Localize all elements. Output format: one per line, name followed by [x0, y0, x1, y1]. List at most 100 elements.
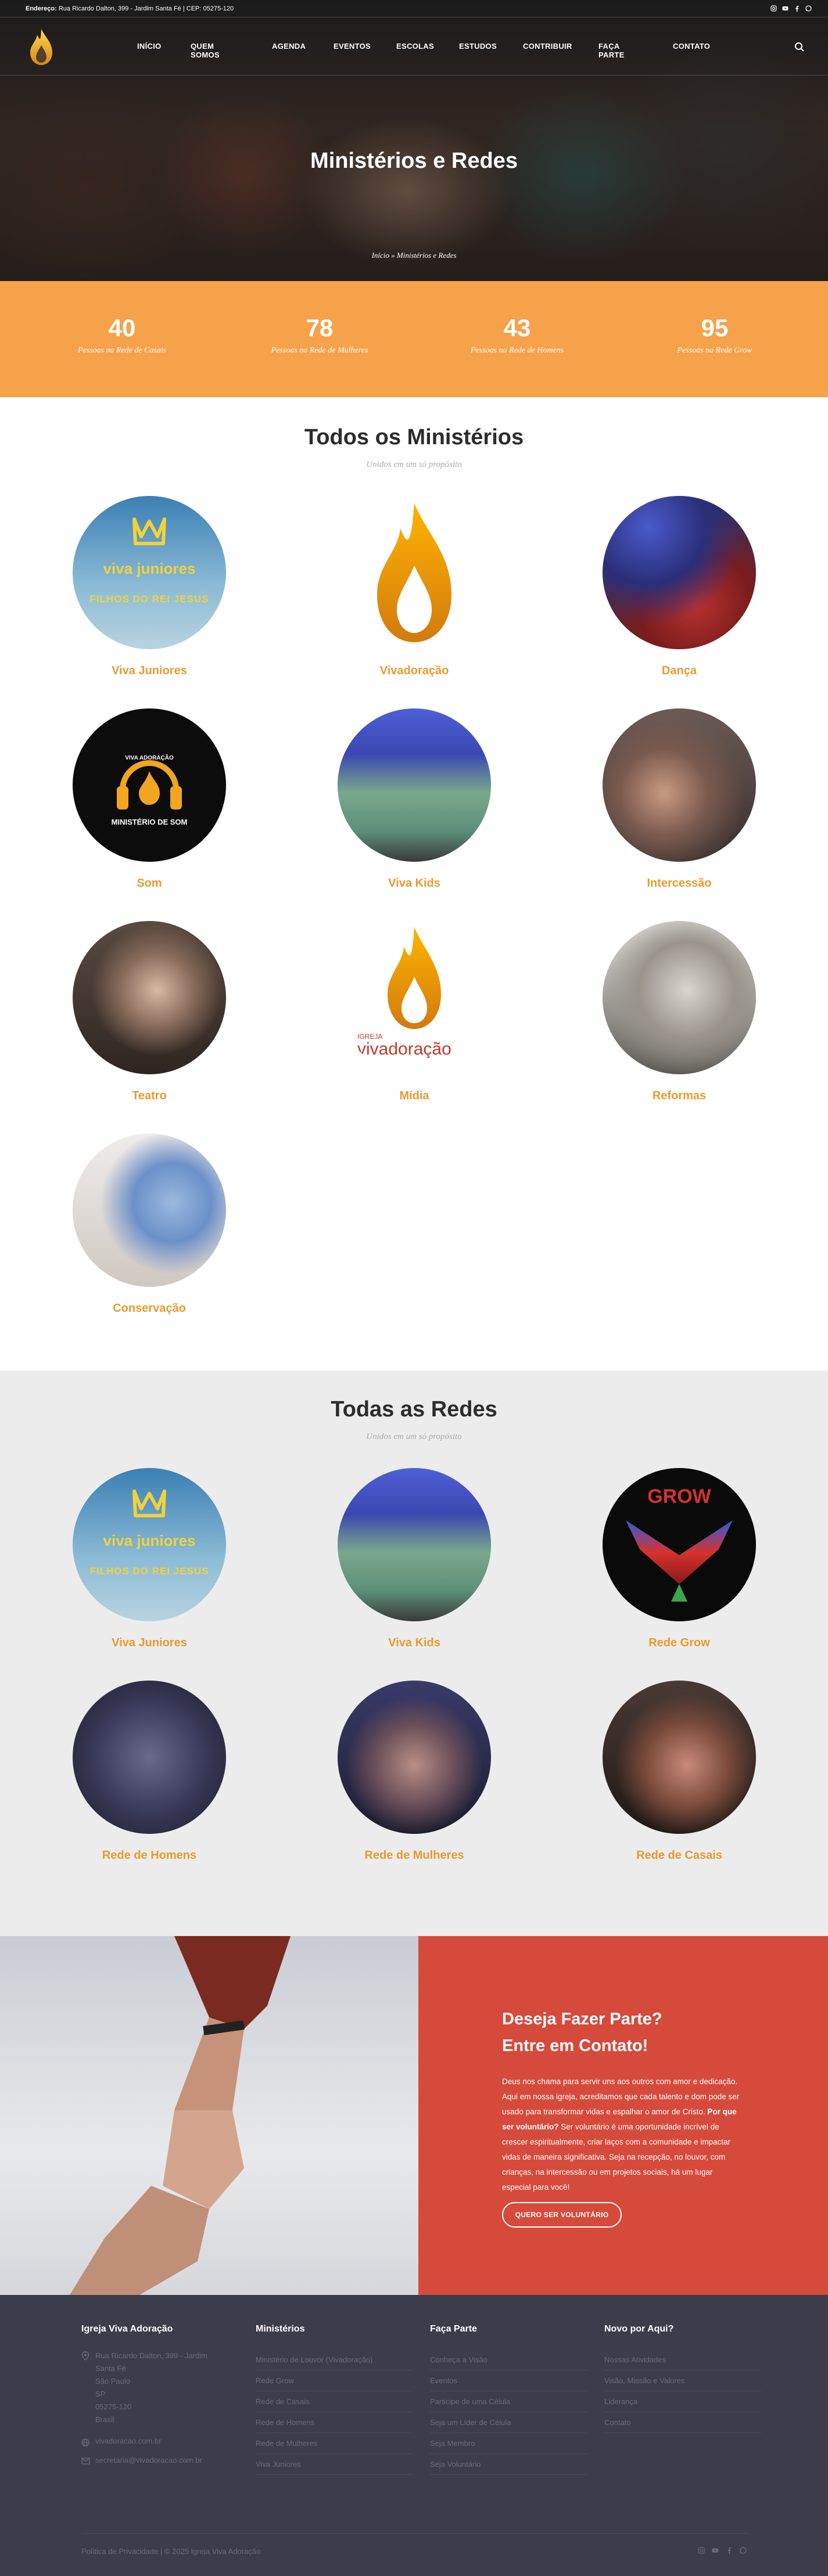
cta-title-line: Entre em Contato!	[502, 2037, 648, 2055]
ministry-label: Mídia	[399, 1089, 429, 1102]
ministry-image	[338, 708, 491, 862]
ministry-card-conservacao[interactable]: Conservação	[71, 1134, 228, 1315]
section-subtitle: Unidos em um só propósito	[366, 1432, 462, 1441]
hero-banner: Endereço: Rua Ricardo Dalton, 399 - Jard…	[0, 0, 828, 281]
instagram-icon[interactable]	[770, 5, 777, 12]
ministry-image: VIVA ADORAÇÃO MINISTÉRIO DE SOM	[73, 708, 226, 862]
globe-icon	[81, 2438, 89, 2447]
footer-link[interactable]: Rede de Homens	[256, 2412, 413, 2433]
footer-link[interactable]: Seja Voluntário	[430, 2454, 587, 2475]
volunteer-button[interactable]: QUERO SER VOLUNTÁRIO	[502, 2202, 622, 2228]
ministry-card-reformas[interactable]: Reformas	[601, 921, 758, 1103]
address-label: Endereço:	[26, 5, 57, 12]
stat-value: 40	[108, 314, 136, 341]
footer-link[interactable]: Nossas Atividades	[604, 2350, 761, 2370]
ministry-label: Viva Kids	[388, 877, 440, 890]
topbar-social	[770, 5, 812, 12]
hands-illustration	[70, 1936, 291, 2295]
footer-link[interactable]: Rede Grow	[256, 2370, 413, 2391]
footer-link[interactable]: Liderança	[604, 2391, 761, 2412]
footer-link[interactable]: Contato	[604, 2412, 761, 2433]
nav-item-agenda[interactable]: AGENDA	[272, 42, 306, 51]
footer-col-ministerios: Ministérios Ministério de Louvor (Vivado…	[256, 2324, 413, 2475]
ministry-card-danca[interactable]: Dança	[601, 496, 758, 678]
address-line: Santa Fé	[95, 2364, 126, 2373]
network-label: Rede de Casais	[636, 1849, 722, 1862]
whatsapp-icon[interactable]	[740, 2547, 747, 2554]
footer-link[interactable]: Conheça a Visão	[430, 2350, 587, 2370]
headphones-icon	[117, 760, 182, 810]
footer-address: Rua Ricardo Dalton, 399 - Jardim Santa F…	[81, 2350, 238, 2426]
nav-item-faca-parte[interactable]: FAÇA PARTE	[598, 42, 625, 59]
nav-item-escolas[interactable]: ESCOLAS	[396, 42, 434, 51]
ministry-card-viva-juniores[interactable]: viva juniores FILHOS DO REI JESUS Viva J…	[71, 496, 228, 678]
footer-social	[698, 2547, 747, 2554]
nav-item-inicio[interactable]: INÍCIO	[137, 42, 162, 51]
stat-casais: 40 Pessoas na Rede de Casais	[35, 281, 209, 355]
network-card-rede-grow[interactable]: GROW Rede Grow	[601, 1468, 758, 1650]
footer-link[interactable]: Rede de Casais	[256, 2391, 413, 2412]
ministry-card-teatro[interactable]: Teatro	[71, 921, 228, 1103]
footer-link[interactable]: Viva Juniores	[256, 2454, 413, 2475]
nav-item-contato[interactable]: CONTATO	[673, 42, 710, 51]
whatsapp-icon[interactable]	[805, 5, 812, 12]
footer-link[interactable]: Visão, Missão e Valores	[604, 2370, 761, 2391]
topbar-address: Endereço: Rua Ricardo Dalton, 399 - Jard…	[26, 5, 234, 12]
facebook-icon[interactable]	[794, 5, 800, 12]
address-line: 05275-120	[95, 2402, 132, 2411]
breadcrumb[interactable]: Início » Ministérios e Redes	[0, 251, 828, 260]
ministry-card-vivadoracao[interactable]: Vivadoração	[336, 496, 493, 678]
ministry-card-som[interactable]: VIVA ADORAÇÃO MINISTÉRIO DE SOM Som	[71, 708, 228, 890]
network-card-viva-kids[interactable]: Viva Kids	[336, 1468, 493, 1650]
mail-icon	[81, 2458, 90, 2465]
stat-label: Pessoas na Rede de Homens	[470, 346, 564, 355]
church-logo-icon[interactable]	[28, 28, 55, 66]
ministry-image	[603, 708, 756, 862]
image-text: GROW	[647, 1485, 711, 1508]
footer-col-title: Faça Parte	[430, 2324, 477, 2334]
facebook-icon[interactable]	[726, 2547, 733, 2554]
ministry-image: IGREJA vivadoração	[338, 921, 491, 1074]
footer-link[interactable]: Participe de uma Célula	[430, 2391, 587, 2412]
instagram-icon[interactable]	[698, 2547, 705, 2554]
ministry-image	[73, 921, 226, 1074]
ministry-label: Intercessão	[647, 877, 712, 890]
image-text: vivadoração	[357, 1039, 451, 1059]
footer-link[interactable]: Eventos	[430, 2370, 587, 2391]
footer-divider	[81, 2533, 748, 2534]
youtube-icon[interactable]	[712, 2547, 719, 2554]
footer-link[interactable]: Seja Membro	[430, 2433, 587, 2454]
network-card-rede-homens[interactable]: Rede de Homens	[71, 1681, 228, 1862]
ministry-card-intercessao[interactable]: Intercessão	[601, 708, 758, 890]
address-line: SP	[95, 2390, 106, 2398]
youtube-icon[interactable]	[782, 5, 788, 12]
hands-image	[0, 1936, 418, 2295]
footer-email-link[interactable]: secretaria@vivadoracao.com.br	[81, 2456, 238, 2465]
ministry-label: Teatro	[132, 1089, 167, 1102]
ministry-card-viva-kids[interactable]: Viva Kids	[336, 708, 493, 890]
ministry-image: viva juniores FILHOS DO REI JESUS	[73, 496, 226, 649]
network-image: viva juniores FILHOS DO REI JESUS	[73, 1468, 226, 1621]
nav-item-quem-somos[interactable]: QUEM SOMOS	[191, 42, 220, 59]
stat-grow: 95 Pessoas na Rede Grow	[628, 281, 802, 355]
nav-item-contribuir[interactable]: CONTRIBUIR	[523, 42, 572, 51]
footer-link[interactable]: Seja um Líder de Célula	[430, 2412, 587, 2433]
ministry-card-midia[interactable]: IGREJA vivadoração Mídia	[336, 921, 493, 1103]
stat-homens: 43 Pessoas na Rede de Homens	[430, 281, 604, 355]
address-line: Brasil	[95, 2415, 114, 2424]
network-card-viva-juniores[interactable]: viva juniores FILHOS DO REI JESUS Viva J…	[71, 1468, 228, 1650]
network-image	[73, 1681, 226, 1834]
network-card-rede-mulheres[interactable]: Rede de Mulheres	[336, 1681, 493, 1862]
footer-link[interactable]: Rede de Mulheres	[256, 2433, 413, 2454]
footer-link[interactable]: Ministério de Louvor (Vivadoração)	[256, 2350, 413, 2370]
nav-item-eventos[interactable]: EVENTOS	[334, 42, 371, 51]
stat-value: 43	[503, 314, 531, 341]
section-title: Todos os Ministérios	[304, 425, 524, 449]
page-title: Ministérios e Redes	[310, 149, 518, 173]
footer-website-link[interactable]: vivadoracao.com.br	[81, 2437, 238, 2447]
nav-item-estudos[interactable]: ESTUDOS	[459, 42, 497, 51]
search-icon[interactable]	[794, 42, 805, 52]
network-card-rede-casais[interactable]: Rede de Casais	[601, 1681, 758, 1862]
website-text: vivadoracao.com.br	[95, 2437, 162, 2445]
copyright-text[interactable]: Política de Privacidade | © 2025 Igreja …	[81, 2547, 260, 2556]
